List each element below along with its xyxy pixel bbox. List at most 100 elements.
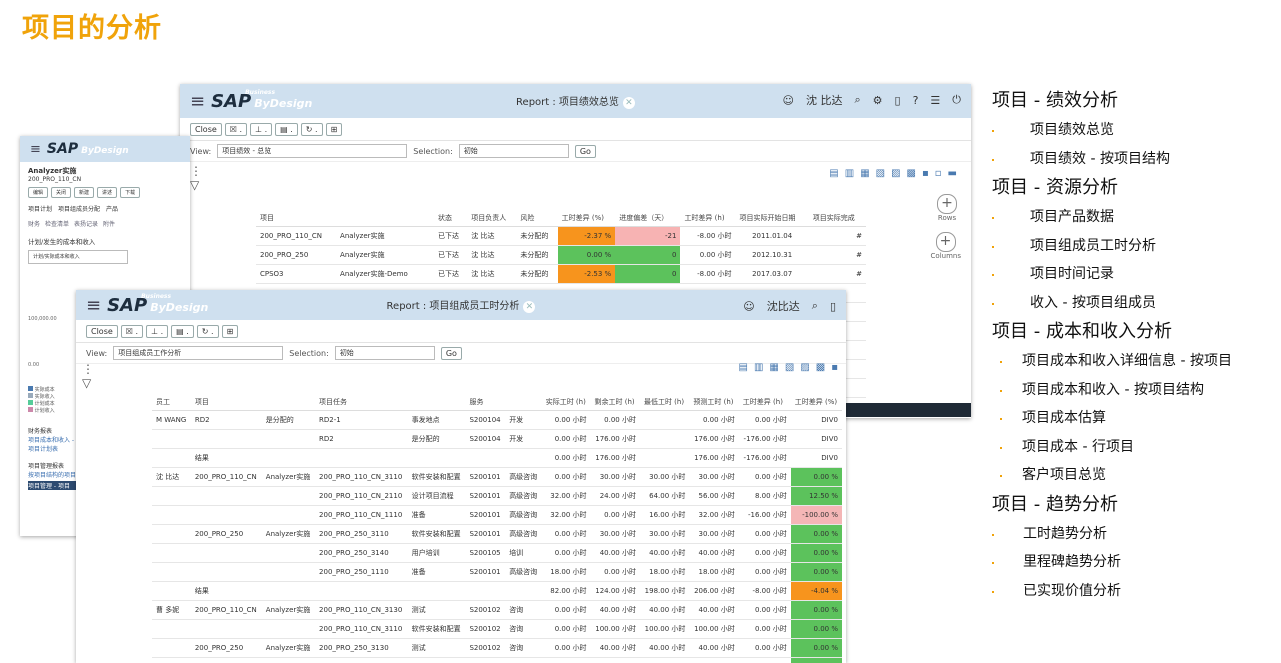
toolbar-button-1[interactable]: ☒ . (120, 324, 144, 338)
selection-select[interactable]: 初始 (458, 144, 569, 158)
describe-button[interactable]: 讲述 (97, 187, 118, 198)
table-row[interactable]: 200_PRO_250_3140 用户培训 S200105 培训 0.00 小时 40.0… (152, 543, 842, 563)
col-actual[interactable]: 实际工时 (h) (541, 394, 591, 411)
col-desc[interactable] (261, 394, 316, 411)
go-button[interactable]: Go (440, 346, 462, 360)
toolbar-button-3[interactable]: ▤ . (171, 324, 194, 338)
search-icon[interactable]: ⌕ (854, 93, 860, 107)
search-icon[interactable]: ⌕ (812, 299, 818, 313)
col-project[interactable]: 项目 (256, 210, 337, 227)
col-task[interactable]: 项目任务 (315, 394, 408, 411)
close-project-button[interactable]: 关闭 (51, 187, 72, 198)
toolbar-button-4[interactable]: ↻ . (300, 122, 323, 136)
table-row[interactable]: 200_PRO_250 Analyzer实施 200_PRO_250_3110 软件安… (152, 524, 842, 544)
menu-item[interactable]: 项目产品数据 (992, 203, 1277, 232)
menu-item[interactable]: 项目组成员工时分析 (992, 232, 1277, 261)
toolbar-button-4[interactable]: ↻ . (196, 324, 219, 338)
col-risk[interactable]: 风险 (516, 210, 558, 227)
tab-members[interactable]: 项目组成员分配 (58, 204, 100, 213)
col-service-desc[interactable] (505, 394, 542, 411)
close-tab-icon[interactable]: ✕ (622, 97, 635, 109)
edit-button[interactable]: 编辑 (28, 187, 49, 198)
user-name[interactable]: 沈 比达 (806, 92, 843, 108)
table-row[interactable]: 200_PRO_110_CN_2110 设计项目流程 S200101 高级咨询 32.0… (152, 486, 842, 506)
table-row[interactable]: 曹 多妮 200_PRO_110_CN Analyzer实施 200_PRO_110_… (152, 600, 842, 620)
close-button[interactable]: Close (86, 324, 118, 338)
menu-item[interactable]: 项目成本和收入详细信息 - 按项目 (992, 347, 1277, 376)
table-row[interactable]: 200_PRO_250 Analyzer实施 已下达沈 比达 未分配的 0.00 % 0 0… (256, 245, 866, 265)
col-schedule[interactable]: 进度偏差（天） (615, 210, 681, 227)
power-icon[interactable]: ⏻ (952, 93, 961, 107)
col-service[interactable]: 服务 (465, 394, 506, 411)
list-icon[interactable]: ☰ (930, 94, 940, 107)
subtab-records[interactable]: 表扬记录 (74, 219, 98, 228)
col-forecast[interactable]: 预测工时 (h) (689, 394, 739, 411)
menu-item[interactable]: 项目成本和收入 - 按项目结构 (992, 376, 1277, 405)
col-min[interactable]: 最低工时 (h) (639, 394, 690, 411)
tab-plan[interactable]: 项目计划 (28, 204, 52, 213)
table-row[interactable]: 200_PRO_250_1110 准备 S200101 高级咨询 18.00 小时 0.0… (152, 562, 842, 582)
col-start[interactable]: 项目实际开始日期 (735, 210, 809, 227)
table-row[interactable]: 200_PRO_250 Analyzer实施 200_PRO_250_3130 测试 S… (152, 638, 842, 658)
table-row[interactable]: M WANG RD2 是分配的 RD2-1 事发地点 S200104 开发 0.00 小时 0.… (152, 410, 842, 430)
new-button[interactable]: 新建 (74, 187, 95, 198)
user-name[interactable]: 沈比达 (767, 298, 800, 314)
subtab-attach[interactable]: 附件 (103, 219, 115, 228)
table-row[interactable]: RD2 是分配的 S200104 开发 0.00 小时 176.00 小时 176.00 小… (152, 429, 842, 449)
menu-item[interactable]: 工时趋势分析 (992, 520, 1277, 549)
menu-item[interactable]: 客户项目总览 (992, 461, 1277, 490)
user-icon[interactable]: ☺ (743, 300, 754, 313)
filter-icon[interactable]: ⋮ ▽ (82, 362, 94, 390)
menu-item[interactable]: 项目成本 - 行项目 (992, 433, 1277, 462)
toolbar-button-5[interactable]: ⊞ (325, 122, 343, 136)
table-row[interactable]: 200_PRO_110_CN_1110 准备 S200101 高级咨询 32.00 小时… (152, 505, 842, 525)
subtab-checklist[interactable]: 检查清单 (45, 219, 69, 228)
view-select[interactable]: 项目绩效 - 总览 (217, 144, 408, 158)
toolbar-button-3[interactable]: ▤ . (275, 122, 298, 136)
toolbar-button-1[interactable]: ☒ . (224, 122, 248, 136)
filter-icon[interactable]: ⋮ ▽ (190, 164, 202, 192)
table-row[interactable]: 沈 比达 200_PRO_110_CN Analyzer实施 200_PRO_110_… (152, 467, 842, 487)
menu-item[interactable]: 收入 - 按项目组成员 (992, 289, 1277, 318)
col-var-h[interactable]: 工时差异 (h) (738, 394, 791, 411)
menu-item[interactable]: 已实现价值分析 (992, 577, 1277, 606)
menu-item[interactable]: 项目成本估算 (992, 404, 1277, 433)
col-var-h[interactable]: 工时差异 (h) (680, 210, 736, 227)
help-icon[interactable]: ? (913, 94, 919, 107)
go-button[interactable]: Go (574, 144, 596, 158)
col-status[interactable]: 状态 (434, 210, 468, 227)
toolbar-button-2[interactable]: ⊥ . (250, 122, 273, 136)
columns-button[interactable]: + Columns (931, 232, 961, 260)
toolbar-button-2[interactable]: ⊥ . (146, 324, 169, 338)
hamburger-menu-icon[interactable]: ≡ (30, 142, 41, 157)
col-remaining[interactable]: 剩余工时 (h) (590, 394, 640, 411)
subtab-finance[interactable]: 财务 (28, 219, 40, 228)
menu-item[interactable]: 里程碑趋势分析 (992, 548, 1277, 577)
menu-item[interactable]: 项目绩效 - 按项目结构 (992, 145, 1277, 174)
cost-view-select[interactable]: 计划/实际成本和收入 (28, 250, 128, 264)
rows-button[interactable]: + Rows (937, 194, 957, 222)
toolbar-button-5[interactable]: ⊞ (221, 324, 239, 338)
table-row[interactable]: 200_PRO_250_3110软件安装和配置S200102咨询0.00 小时1… (152, 657, 842, 663)
menu-item[interactable]: 项目绩效总览 (992, 116, 1277, 145)
col-finish[interactable]: 项目实际完成 (808, 210, 866, 227)
col-var-pct[interactable]: 工时差异 (%) (557, 210, 616, 227)
close-button[interactable]: Close (190, 122, 222, 136)
notes-icon[interactable]: ▯ (830, 300, 836, 313)
table-row[interactable]: 200_PRO_110_CN_3110 软件安装和配置 S200102 咨询 0.00 … (152, 619, 842, 639)
col-var-pct[interactable]: 工时差异 (%) (790, 394, 842, 411)
table-summary-row[interactable]: 结果 0.00 小时 176.00 小时 176.00 小时 -176.00 小时 DIV… (152, 448, 842, 468)
view-select[interactable]: 项目组成员工作分析 (113, 346, 284, 360)
download-button[interactable]: 下载 (120, 187, 141, 198)
settings-icon[interactable]: ⚙ (873, 94, 883, 107)
col-task-desc[interactable] (407, 394, 466, 411)
col-desc[interactable] (336, 210, 435, 227)
tab-products[interactable]: 产品 (106, 204, 118, 213)
user-icon[interactable]: ☺ (783, 94, 794, 107)
col-project[interactable]: 项目 (190, 394, 262, 411)
col-employee[interactable]: 员工 (152, 394, 191, 411)
table-row[interactable]: CPSO3 Analyzer实施-Demo 已下达沈 比达 未分配的 -2.53 % 0-… (256, 264, 866, 284)
notes-icon[interactable]: ▯ (895, 94, 901, 107)
col-owner[interactable]: 项目负责人 (467, 210, 517, 227)
table-row[interactable]: 200_PRO_110_CN Analyzer实施 已下达沈 比达 未分配的 -2.37… (256, 226, 866, 246)
